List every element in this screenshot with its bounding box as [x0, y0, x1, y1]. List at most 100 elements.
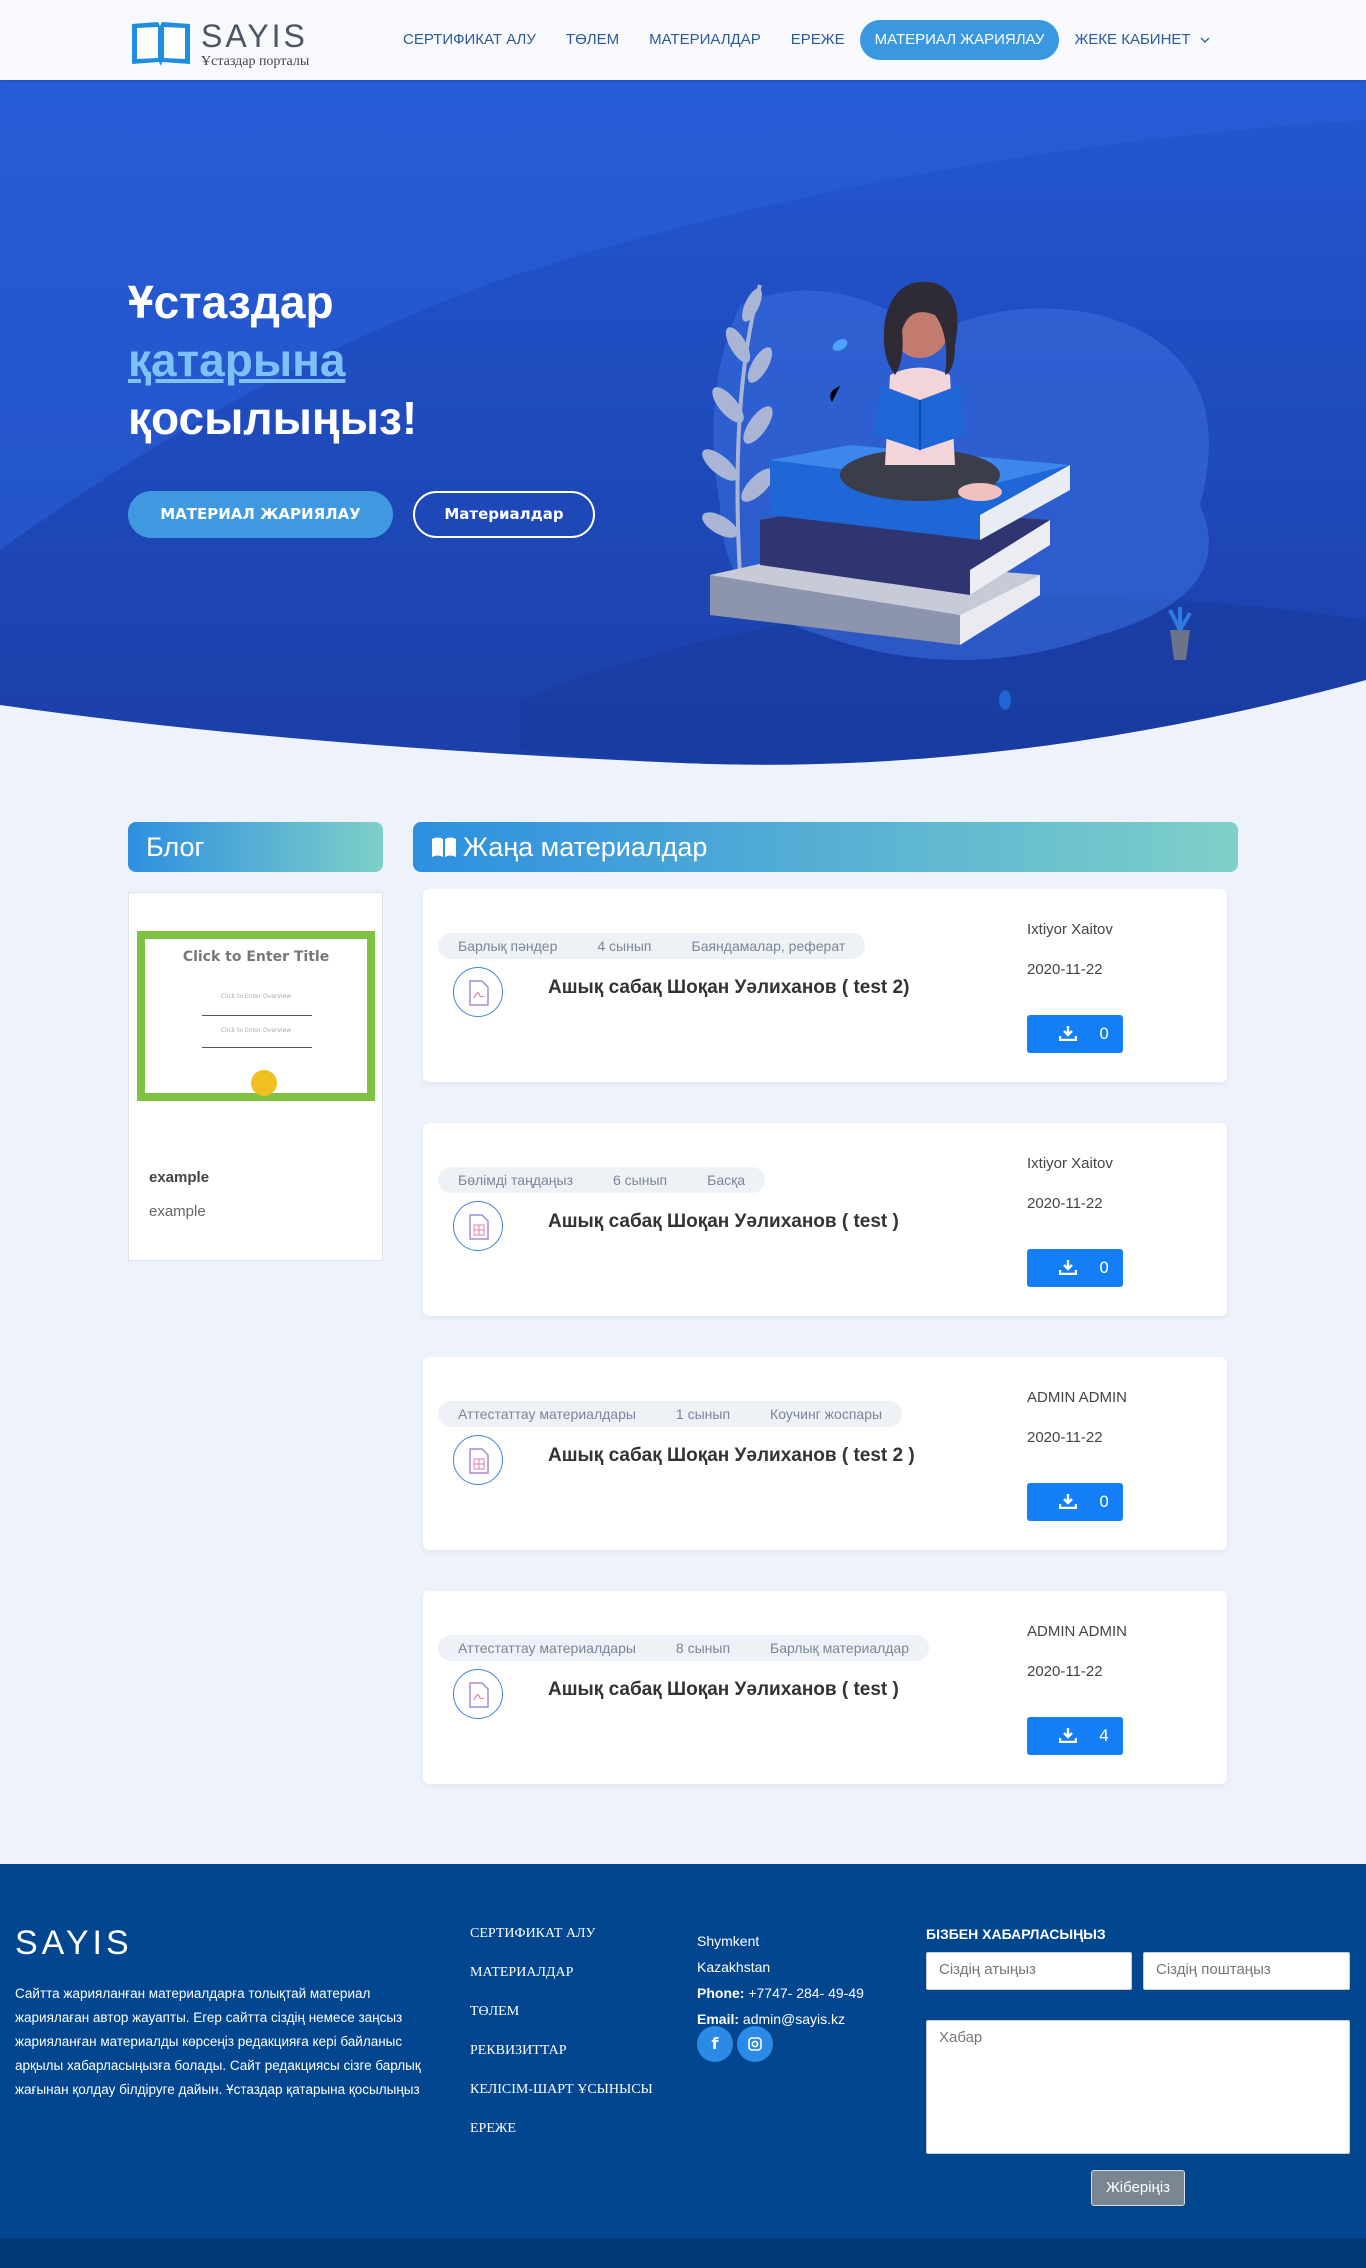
- footer-link-rules[interactable]: ЕРЕЖЕ: [470, 2121, 653, 2160]
- tag-grade: 6 сынып: [613, 1172, 668, 1188]
- download-button[interactable]: 0: [1027, 1249, 1123, 1287]
- footer-contact-info: Shymkent Kazakhstan Phone: +7747- 284- 4…: [697, 1928, 864, 2032]
- tag-subject: Аттестаттау материалдары: [458, 1406, 636, 1422]
- download-count: 0: [1099, 1258, 1110, 1277]
- download-icon: [1059, 1026, 1077, 1041]
- tag-subject: Бөлімді таңдаңыз: [458, 1172, 573, 1188]
- send-button[interactable]: Жіберіңіз: [1091, 2170, 1185, 2206]
- tag-category: Басқа: [707, 1172, 746, 1188]
- download-count: 0: [1099, 1024, 1110, 1043]
- download-icon: [1059, 1728, 1077, 1743]
- certificate-thumbnail[interactable]: Click to Enter Title Click to Enter Over…: [137, 931, 375, 1101]
- material-card[interactable]: Барлық пәндер 4 сынып Баяндамалар, рефер…: [423, 889, 1227, 1082]
- hero-line-2[interactable]: қатарына: [128, 333, 345, 387]
- footer-bottom-bar: [0, 2238, 1366, 2268]
- excel-file-icon: [453, 1201, 503, 1251]
- material-author: ADMIN ADMIN: [1027, 1389, 1128, 1406]
- material-tags: Аттестаттау материалдары 1 сынып Коучинг…: [438, 1401, 903, 1427]
- hero-line-1: Ұстаздар: [128, 276, 334, 328]
- nav-certificate[interactable]: СЕРТИФИКАТ АЛУ: [388, 20, 551, 60]
- email-input[interactable]: Сіздің поштаңыз: [1143, 1952, 1350, 1990]
- hero-section: Ұстаздар қатарына қосылыңыз! МАТЕРИАЛ ЖА…: [0, 80, 1366, 765]
- material-title[interactable]: Ашық сабақ Шоқан Уәлиханов ( test 2 ): [548, 1445, 915, 1467]
- material-date: 2020-11-22: [1027, 1429, 1103, 1446]
- contact-email[interactable]: admin@sayis.kz: [743, 2011, 845, 2027]
- footer-link-payment[interactable]: ТӨЛЕМ: [470, 2004, 653, 2043]
- tag-subject: Аттестаттау материалдары: [458, 1640, 636, 1656]
- tag-grade: 8 сынып: [675, 1640, 731, 1656]
- publish-material-button[interactable]: МАТЕРИАЛ ЖАРИЯЛАУ: [128, 491, 393, 538]
- email-label: Email:: [697, 2011, 740, 2027]
- tag-category: Баяндамалар, реферат: [691, 938, 846, 954]
- top-navbar: SAYIS Ұстаздар порталы СЕРТИФИКАТ АЛУ ТӨ…: [0, 0, 1366, 80]
- certificate-subtitle-1: Click to Enter Overview: [220, 993, 292, 1000]
- tag-grade: 4 сынып: [597, 938, 652, 954]
- pdf-file-icon: [453, 967, 503, 1017]
- blog-card[interactable]: Click to Enter Title Click to Enter Over…: [128, 892, 383, 1261]
- footer-about-text: Сайтта жарияланған материалдарға толықта…: [15, 1986, 421, 2097]
- blog-post-title[interactable]: example: [149, 1169, 209, 1186]
- brand-title: SAYIS: [201, 18, 308, 54]
- facebook-icon[interactable]: f: [697, 2026, 733, 2062]
- download-button[interactable]: 0: [1027, 1483, 1123, 1521]
- material-date: 2020-11-22: [1027, 1663, 1103, 1680]
- material-date: 2020-11-22: [1027, 961, 1103, 978]
- instagram-icon[interactable]: [737, 2026, 773, 2062]
- certificate-line: [202, 1015, 312, 1016]
- tag-subject: Барлық пәндер: [458, 938, 558, 954]
- message-textarea[interactable]: Хабар: [926, 2020, 1350, 2154]
- contact-phone[interactable]: +7747- 284- 49-49: [748, 1985, 864, 2001]
- material-author: Ixtiyor Xaitov: [1027, 921, 1113, 938]
- nav-rules[interactable]: ЕРЕЖЕ: [776, 20, 860, 60]
- tag-category: Барлық материалдар: [770, 1640, 910, 1656]
- contact-phone-row: Phone: +7747- 284- 49-49: [697, 1980, 864, 2006]
- download-icon: [1059, 1494, 1077, 1509]
- download-count: 0: [1099, 1492, 1110, 1511]
- new-materials-heading-label: Жаңа материалдар: [463, 832, 708, 862]
- new-materials-heading: Жаңа материалдар: [413, 822, 1238, 872]
- main-menu: СЕРТИФИКАТ АЛУ ТӨЛЕМ МАТЕРИАЛДАР ЕРЕЖЕ М…: [388, 20, 1225, 60]
- open-book-icon: [132, 22, 190, 66]
- material-date: 2020-11-22: [1027, 1195, 1103, 1212]
- footer-links: СЕРТИФИКАТ АЛУ МАТЕРИАЛДАР ТӨЛЕМ РЕКВИЗИ…: [470, 1926, 653, 2160]
- footer: SAYIS Сайтта жарияланған материалдарға т…: [0, 1864, 1366, 2238]
- contact-city: Shymkent: [697, 1933, 760, 1949]
- hero-line-3: қосылыңыз!: [128, 392, 418, 444]
- contact-country: Kazakhstan: [697, 1959, 771, 1975]
- certificate-subtitle-2: Click to Enter Overview: [220, 1027, 292, 1034]
- nav-personal-cabinet[interactable]: ЖЕКЕ КАБИНЕТ: [1059, 20, 1224, 60]
- download-count: 4: [1099, 1726, 1110, 1745]
- download-button[interactable]: 0: [1027, 1015, 1123, 1053]
- blog-post-text: example: [149, 1203, 206, 1220]
- tag-grade: 1 сынып: [675, 1406, 731, 1422]
- material-title[interactable]: Ашық сабақ Шоқан Уәлиханов ( test 2): [548, 977, 909, 999]
- open-book-icon: [432, 837, 456, 857]
- material-card[interactable]: Аттестаттау материалдары 8 сынып Барлық …: [423, 1591, 1227, 1784]
- site-logo[interactable]: SAYIS Ұстаздар порталы: [128, 16, 328, 72]
- nav-publish-material[interactable]: МАТЕРИАЛ ЖАРИЯЛАУ: [859, 20, 1060, 60]
- certificate-line: [202, 1047, 312, 1048]
- footer-logo: SAYIS: [15, 1924, 133, 1962]
- footer-link-requisites[interactable]: РЕКВИЗИТТАР: [470, 2043, 653, 2082]
- material-author: Ixtiyor Xaitov: [1027, 1155, 1113, 1172]
- certificate-title: Click to Enter Title: [182, 949, 330, 965]
- nav-payment[interactable]: ТӨЛЕМ: [551, 20, 634, 60]
- material-card[interactable]: Аттестаттау материалдары 1 сынып Коучинг…: [423, 1357, 1227, 1550]
- download-button[interactable]: 4: [1027, 1717, 1123, 1755]
- phone-label: Phone:: [697, 1985, 745, 2001]
- footer-link-certificate[interactable]: СЕРТИФИКАТ АЛУ: [470, 1926, 653, 1965]
- nav-materials[interactable]: МАТЕРИАЛДАР: [634, 20, 776, 60]
- footer-link-materials[interactable]: МАТЕРИАЛДАР: [470, 1965, 653, 2004]
- material-tags: Бөлімді таңдаңыз 6 сынып Басқа: [438, 1167, 766, 1193]
- footer-link-contract-offer[interactable]: КЕЛІСІМ-ШАРТ ҰСЫНЫСЫ: [470, 2082, 653, 2121]
- name-input[interactable]: Сіздің атыңыз: [926, 1952, 1132, 1990]
- material-title[interactable]: Ашық сабақ Шоқан Уәлиханов ( test ): [548, 1211, 899, 1233]
- material-title[interactable]: Ашық сабақ Шоқан Уәлиханов ( test ): [548, 1679, 899, 1701]
- brand-subtitle: Ұстаздар порталы: [201, 54, 310, 69]
- excel-file-icon: [453, 1435, 503, 1485]
- materials-button[interactable]: Материалдар: [413, 491, 595, 538]
- nav-personal-cabinet-label: ЖЕКЕ КАБИНЕТ: [1074, 31, 1191, 48]
- material-card[interactable]: Бөлімді таңдаңыз 6 сынып Басқа Ашық саба…: [423, 1123, 1227, 1316]
- material-tags: Барлық пәндер 4 сынып Баяндамалар, рефер…: [438, 933, 866, 959]
- reading-girl-illustration: [702, 281, 1209, 710]
